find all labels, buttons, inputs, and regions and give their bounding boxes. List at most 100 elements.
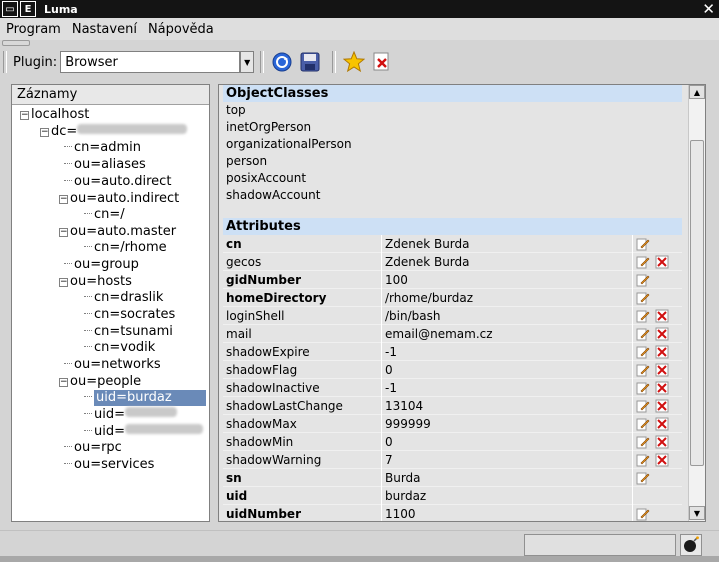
redacted-text bbox=[77, 124, 188, 134]
toolbar-handle[interactable] bbox=[2, 40, 30, 46]
tree-node-dc[interactable]: − dc= bbox=[40, 124, 188, 140]
delete-icon[interactable] bbox=[655, 363, 669, 377]
tree-node-localhost[interactable]: − localhost bbox=[20, 107, 89, 123]
scroll-up-icon[interactable]: ▲ bbox=[689, 85, 705, 99]
attribute-row: sn Burda bbox=[223, 469, 682, 487]
tree-node[interactable]: cn=draslik bbox=[84, 290, 163, 306]
scroll-thumb[interactable] bbox=[690, 140, 704, 466]
save-icon[interactable] bbox=[298, 50, 322, 74]
delete-icon[interactable] bbox=[655, 255, 669, 269]
attribute-row: shadowWarning 7 bbox=[223, 451, 682, 469]
edit-icon[interactable] bbox=[636, 309, 650, 323]
collapse-icon[interactable]: − bbox=[20, 111, 29, 120]
attribute-row: gidNumber 100 bbox=[223, 271, 682, 289]
edit-icon[interactable] bbox=[636, 273, 650, 287]
tree-node[interactable]: ou=group bbox=[64, 257, 139, 273]
toolbar-separator bbox=[332, 51, 337, 73]
collapse-icon[interactable]: − bbox=[59, 278, 68, 287]
delete-icon[interactable] bbox=[655, 453, 669, 467]
delete-icon[interactable] bbox=[655, 417, 669, 431]
edit-icon[interactable] bbox=[636, 363, 650, 377]
tree-node[interactable]: uid= bbox=[84, 407, 177, 423]
objectclass-item: person bbox=[226, 154, 268, 168]
edit-icon[interactable] bbox=[636, 435, 650, 449]
column-divider bbox=[632, 235, 633, 521]
menu-program[interactable]: Program bbox=[1, 22, 66, 37]
toolbar: Plugin: Browser ▼ bbox=[0, 48, 719, 76]
close-icon[interactable]: ✕ bbox=[702, 0, 715, 18]
tree-node[interactable]: ou=services bbox=[64, 457, 154, 473]
entries-tree[interactable]: Záznamy − localhost − dc= cn=admin ou=alia… bbox=[11, 84, 210, 522]
toolbar-grip[interactable] bbox=[3, 51, 7, 73]
menu-nastaveni[interactable]: Nastavení bbox=[67, 22, 142, 37]
collapse-icon[interactable]: − bbox=[59, 228, 68, 237]
edit-icon[interactable] bbox=[636, 237, 650, 251]
tree-node[interactable]: uid= bbox=[84, 424, 203, 440]
objectclass-item: posixAccount bbox=[226, 171, 307, 185]
window-shade-button[interactable]: E bbox=[20, 1, 36, 17]
delete-icon[interactable] bbox=[655, 345, 669, 359]
tree-node[interactable]: ou=rpc bbox=[64, 440, 122, 456]
reload-icon[interactable] bbox=[270, 50, 294, 74]
edit-icon[interactable] bbox=[636, 471, 650, 485]
tree-node[interactable]: cn=/ bbox=[84, 207, 125, 223]
chevron-down-icon[interactable]: ▼ bbox=[240, 51, 255, 73]
tree-node[interactable]: − ou=people bbox=[59, 374, 141, 390]
tree-node[interactable]: ou=networks bbox=[64, 357, 161, 373]
edit-icon[interactable] bbox=[636, 417, 650, 431]
objectclass-item: top bbox=[226, 103, 246, 117]
delete-icon[interactable] bbox=[655, 327, 669, 341]
attribute-row: gecos Zdenek Burda bbox=[223, 253, 682, 271]
tree-node[interactable]: ou=aliases bbox=[64, 157, 146, 173]
tree-node[interactable]: cn=vodik bbox=[84, 340, 155, 356]
toolbar-separator bbox=[260, 51, 265, 73]
bomb-icon[interactable] bbox=[680, 534, 702, 556]
tree-node[interactable]: cn=admin bbox=[64, 140, 141, 156]
attribute-row: shadowMin 0 bbox=[223, 433, 682, 451]
delete-icon[interactable] bbox=[655, 435, 669, 449]
objectclass-item: shadowAccount bbox=[226, 188, 321, 202]
edit-icon[interactable] bbox=[636, 507, 650, 521]
edit-icon[interactable] bbox=[636, 399, 650, 413]
column-divider bbox=[381, 235, 382, 521]
collapse-icon[interactable]: − bbox=[59, 378, 68, 387]
edit-icon[interactable] bbox=[636, 327, 650, 341]
tree-node[interactable]: − ou=hosts bbox=[59, 274, 132, 290]
tree-node[interactable]: cn=/rhome bbox=[84, 240, 167, 256]
attribute-row: mail email@nemam.cz bbox=[223, 325, 682, 343]
status-progress-field bbox=[524, 534, 676, 556]
menu-napoveda[interactable]: Nápověda bbox=[143, 22, 219, 37]
attribute-row: loginShell/bin/bash bbox=[223, 307, 682, 325]
edit-icon[interactable] bbox=[636, 291, 650, 305]
delete-icon[interactable] bbox=[655, 399, 669, 413]
scroll-down-icon[interactable]: ▼ bbox=[689, 506, 705, 520]
menu-bar: Program Nastavení Nápověda bbox=[0, 18, 719, 40]
tree-node-selected[interactable]: uid=burdaz bbox=[84, 390, 206, 406]
delete-icon[interactable] bbox=[655, 309, 669, 323]
tree-node[interactable]: − ou=auto.master bbox=[59, 224, 176, 240]
edit-icon[interactable] bbox=[636, 453, 650, 467]
collapse-icon[interactable]: − bbox=[59, 195, 68, 204]
delete-icon[interactable] bbox=[655, 381, 669, 395]
window-menu-button[interactable]: ▭ bbox=[2, 1, 18, 17]
tree-node[interactable]: − ou=auto.indirect bbox=[59, 191, 179, 207]
attribute-row: shadowMax 999999 bbox=[223, 415, 682, 433]
delete-entry-icon[interactable] bbox=[370, 50, 394, 74]
attribute-row: shadowLastChange 13104 bbox=[223, 397, 682, 415]
objectclasses-header: ObjectClasses bbox=[223, 85, 682, 102]
tree-node[interactable]: cn=socrates bbox=[84, 307, 175, 323]
collapse-icon[interactable]: − bbox=[40, 128, 49, 137]
attribute-row: shadowFlag 0 bbox=[223, 361, 682, 379]
attribute-row: uidNumber 1100 bbox=[223, 505, 682, 521]
tree-header: Záznamy bbox=[12, 85, 209, 105]
plugin-select[interactable]: Browser bbox=[60, 51, 241, 73]
edit-icon[interactable] bbox=[636, 345, 650, 359]
star-icon[interactable] bbox=[342, 50, 366, 74]
edit-icon[interactable] bbox=[636, 255, 650, 269]
objectclass-item: organizationalPerson bbox=[226, 137, 352, 151]
tree-node[interactable]: cn=tsunami bbox=[84, 324, 173, 340]
window-title: Luma bbox=[44, 2, 78, 16]
vertical-scrollbar[interactable]: ▲ ▼ bbox=[688, 85, 705, 521]
edit-icon[interactable] bbox=[636, 381, 650, 395]
tree-node[interactable]: ou=auto.direct bbox=[64, 174, 171, 190]
